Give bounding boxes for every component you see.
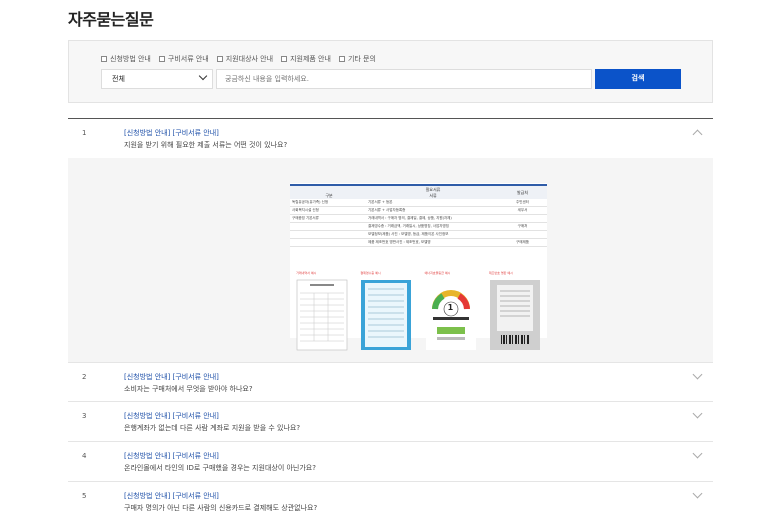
checkbox-box[interactable] xyxy=(216,56,223,62)
faq-item[interactable]: 3 [신청방법 안내] [구비서류 안내] 은행계좌가 없는데 다른 사람 계좌… xyxy=(68,402,713,442)
faq-number: 1 xyxy=(82,129,87,137)
faq-categories[interactable]: [신청방법 안내] [구비서류 안내] xyxy=(124,372,219,382)
col-issuer: 발급처 xyxy=(516,189,529,195)
table-row: 사회복지시설 신청 기본서류 + 사업자등록증 세무서 xyxy=(290,207,547,215)
checkbox-box[interactable] xyxy=(338,56,345,62)
required-documents-image: 구분 필요서류 서류 발급처 독립유공자(유가족) 신청 기본서류 + 등본 주… xyxy=(290,183,547,351)
checkbox-box[interactable] xyxy=(281,56,288,62)
chevron-down-icon[interactable] xyxy=(692,408,703,419)
checkbox-eligibility[interactable]: 지원대상사 안내 xyxy=(216,54,273,64)
faq-number: 5 xyxy=(82,492,87,500)
faq-item[interactable]: 1 [신청방법 안내] [구비서류 안내] 지원을 받기 위해 필요한 제출 서… xyxy=(68,119,713,158)
example-thumbnails: 거래내역서 예시 결제영수증 예시 에너지효율등급 예시 1 제조번호 명판 예… xyxy=(290,271,547,351)
faq-question[interactable]: 지원을 받기 위해 필요한 제출 서류는 어떤 것이 있나요? xyxy=(124,140,287,150)
select-value: 전체 xyxy=(112,75,125,83)
faq-item[interactable]: 2 [신청방법 안내] [구비서류 안내] 소비자는 구매처에서 무엇을 받아야… xyxy=(68,362,713,402)
table-row: 제품 제조번호 명판사진 : 제조번호, 모델명 구매제품 xyxy=(290,239,547,247)
faq-number: 2 xyxy=(82,373,87,381)
receipt-example: 결제영수증 예시 xyxy=(360,271,412,351)
faq-categories[interactable]: [신청방법 안내] [구비서류 안내] xyxy=(124,411,219,421)
table-row: 결제영수증 : 거래금액, 거래일시, 상품명칭, 사업자명칭 구매처 xyxy=(290,223,547,231)
faq-number: 4 xyxy=(82,452,87,460)
receipt-thumbnail-icon xyxy=(361,280,412,350)
documents-table: 구분 필요서류 서류 발급처 독립유공자(유가족) 신청 기본서류 + 등본 주… xyxy=(290,184,547,247)
checkbox-box[interactable] xyxy=(158,56,165,62)
checkbox-box[interactable] xyxy=(101,56,107,62)
search-button[interactable]: 검색 xyxy=(595,69,681,89)
search-input[interactable] xyxy=(216,69,592,89)
energy-grade: 1 xyxy=(447,303,454,312)
serial-plate-example: 제조번호 명판 예시 xyxy=(489,271,541,351)
faq-question[interactable]: 소비자는 구매처에서 무엇을 받아야 하나요? xyxy=(124,384,253,394)
document-thumbnail-icon xyxy=(296,279,348,351)
col-docs: 서류 xyxy=(429,192,437,198)
search-filter-panel: 신청방법 안내 구비서류 안내 지원대상사 안내 지원제품 안내 기타 문의 전… xyxy=(68,40,713,103)
faq-categories[interactable]: [신청방법 안내] [구비서류 안내] xyxy=(124,491,219,501)
serial-plate-icon xyxy=(489,280,540,350)
col-type: 구분 xyxy=(325,193,333,198)
category-select[interactable]: 전체 xyxy=(101,69,213,89)
table-row: 구매증빙 기본서류 거래내역서 : 구매자 명의, 결제일, 결제, 상품, 지… xyxy=(290,215,547,223)
transaction-statement-example: 거래내역서 예시 xyxy=(296,271,348,351)
faq-question[interactable]: 구매자 명의가 아닌 다른 사람의 신용카드로 결제해도 상관없나요? xyxy=(124,503,317,513)
energy-label-icon xyxy=(425,280,476,350)
table-row: 독립유공자(유가족) 신청 기본서류 + 등본 주민센터 xyxy=(290,199,547,207)
checkbox-other[interactable]: 기타 문의 xyxy=(338,54,376,64)
faq-question[interactable]: 온라인몰에서 타인의 ID로 구매했을 경우는 지원대상이 아닌가요? xyxy=(124,463,316,473)
faq-item[interactable]: 4 [신청방법 안내] [구비서류 안내] 온라인몰에서 타인의 ID로 구매했… xyxy=(68,442,713,482)
energy-label-example: 에너지효율등급 예시 1 xyxy=(425,271,477,351)
faq-answer-panel: 구분 필요서류 서류 발급처 독립유공자(유가족) 신청 기본서류 + 등본 주… xyxy=(68,158,713,362)
checkbox-products[interactable]: 지원제품 안내 xyxy=(281,54,331,64)
faq-categories[interactable]: [신청방법 안내] [구비서류 안내] xyxy=(124,451,219,461)
checkbox-apply-method[interactable]: 신청방법 안내 xyxy=(101,54,151,64)
category-checkboxes: 신청방법 안내 구비서류 안내 지원대상사 안내 지원제품 안내 기타 문의 xyxy=(101,54,376,64)
faq-question[interactable]: 은행계좌가 없는데 다른 사람 계좌로 지원을 받을 수 있나요? xyxy=(124,423,300,433)
chevron-down-icon xyxy=(198,71,208,81)
chevron-down-icon[interactable] xyxy=(692,448,703,459)
chevron-down-icon[interactable] xyxy=(692,488,703,499)
chevron-down-icon[interactable] xyxy=(692,369,703,380)
table-header: 구분 필요서류 서류 발급처 xyxy=(290,184,547,199)
table-row: 모델정보(제품) 사진 : 모델명, 등급, 제품이온 사진정보 xyxy=(290,231,547,239)
faq-categories[interactable]: [신청방법 안내] [구비서류 안내] xyxy=(124,128,219,138)
chevron-up-icon[interactable] xyxy=(692,129,703,140)
faq-item[interactable]: 5 [신청방법 안내] [구비서류 안내] 구매자 명의가 아닌 다른 사람의 … xyxy=(68,482,713,516)
checkbox-documents[interactable]: 구비서류 안내 xyxy=(158,54,209,64)
faq-number: 3 xyxy=(82,412,87,420)
page-title: 자주묻는질문 xyxy=(68,10,154,29)
